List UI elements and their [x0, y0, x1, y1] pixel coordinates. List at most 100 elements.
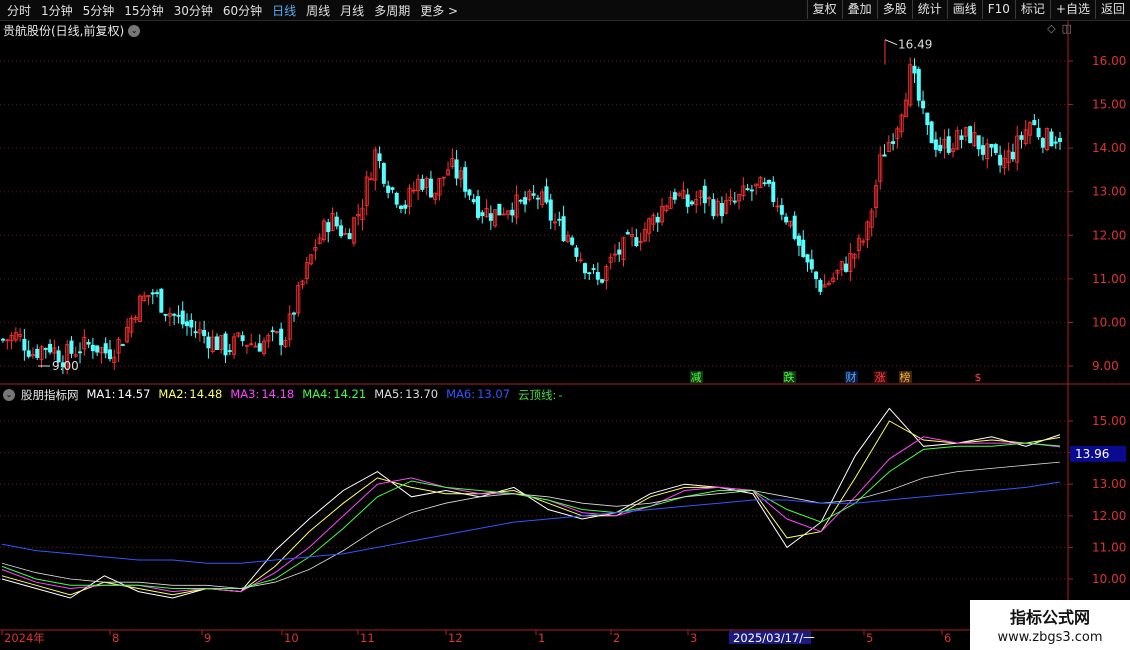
- candle-body: [873, 185, 878, 208]
- candle-body: [309, 254, 314, 265]
- candle-body: [998, 154, 1003, 166]
- price-axis-label: 14.00: [1092, 141, 1126, 155]
- ma-label: MA1:: [86, 387, 116, 401]
- tab-period-7[interactable]: 周线: [301, 2, 335, 19]
- candle-body: [159, 288, 164, 313]
- candle-body: [861, 240, 866, 243]
- time-axis-label: 5: [866, 631, 873, 645]
- tab-period-6[interactable]: 日线: [267, 2, 301, 19]
- candle-body: [891, 141, 896, 144]
- candle-body: [1023, 129, 1028, 144]
- time-axis-label: 9: [204, 631, 211, 645]
- candle-body: [835, 270, 840, 274]
- candle-body: [1032, 120, 1037, 126]
- ma-label: 云顶线:: [518, 388, 557, 402]
- event-marker-bg: [874, 371, 887, 383]
- candle-body: [557, 218, 562, 221]
- candle-body: [903, 99, 908, 118]
- diamond-icon[interactable]: ◇: [1047, 22, 1055, 35]
- toolbar-button-6[interactable]: 标记: [1014, 0, 1050, 19]
- toolbar-button-8[interactable]: 返回: [1094, 0, 1130, 19]
- candle-body: [39, 346, 44, 360]
- chevron-down-icon[interactable]: ⌄: [3, 389, 15, 401]
- candle-body: [951, 148, 956, 152]
- candle-body: [848, 253, 853, 272]
- candle-body: [1010, 151, 1015, 160]
- chevron-down-icon[interactable]: ⌄: [128, 24, 141, 37]
- toolbar-button-0[interactable]: 复权: [806, 0, 842, 19]
- time-axis-label: 2024年: [4, 631, 45, 645]
- candle-body: [882, 154, 887, 157]
- candle-body: [771, 181, 776, 203]
- candle-body: [839, 260, 844, 270]
- toolbar-button-1[interactable]: 叠加: [841, 0, 877, 19]
- candle-body: [240, 335, 245, 342]
- candle-body: [133, 317, 138, 321]
- candle-body: [214, 336, 219, 351]
- toolbar-button-7[interactable]: +自选: [1049, 0, 1095, 19]
- candle-body: [912, 65, 917, 74]
- indicator-axis-label: 11.00: [1092, 540, 1126, 554]
- price-axis-label: 11.00: [1092, 272, 1126, 286]
- ma-label: MA5:: [374, 387, 404, 401]
- candle-body: [60, 362, 65, 368]
- candle-body: [433, 192, 438, 200]
- current-value-label: 13.96: [1075, 447, 1109, 461]
- candle-body: [73, 354, 78, 357]
- candle-body: [540, 191, 545, 205]
- candle-body: [642, 229, 647, 242]
- tab-period-2[interactable]: 5分钟: [78, 2, 120, 19]
- candlestick-chart[interactable]: 16.00 15.00 14.00 13.00 12.00 11.00 10.00 9.00 1…: [0, 0, 1130, 650]
- indicator-axis-label: 14.00: [1092, 446, 1126, 460]
- candle-body: [946, 136, 951, 153]
- toolbar-button-2[interactable]: 多股: [876, 0, 912, 19]
- toolbar-button-3[interactable]: 统计: [911, 0, 947, 19]
- candle-body: [48, 343, 53, 353]
- candle-body: [262, 340, 267, 355]
- candle-body: [505, 210, 510, 215]
- candle-body: [809, 259, 814, 270]
- candle-body: [527, 191, 532, 201]
- candle-body: [86, 342, 91, 345]
- window-icon[interactable]: ◫: [1062, 22, 1072, 35]
- candle-body: [732, 200, 737, 203]
- tab-period-3[interactable]: 15分钟: [119, 2, 168, 19]
- tab-period-8[interactable]: 月线: [335, 2, 369, 19]
- tab-period-4[interactable]: 30分钟: [169, 2, 218, 19]
- candle-body: [715, 200, 720, 216]
- ma-line-ma6: [1, 481, 1061, 564]
- candle-body: [1045, 128, 1050, 151]
- price-axis-label: 16.00: [1092, 54, 1126, 68]
- candle-body: [685, 194, 690, 207]
- candle-body: [899, 114, 904, 133]
- tab-period-10[interactable]: 更多 >: [415, 2, 463, 19]
- tab-period-5[interactable]: 60分钟: [218, 2, 267, 19]
- indicator-axis-label: 12.00: [1092, 509, 1126, 523]
- time-axis-label: 1: [538, 631, 545, 645]
- tab-period-0[interactable]: 分时: [2, 2, 36, 19]
- toolbar-button-5[interactable]: F10: [981, 0, 1015, 19]
- candle-body: [822, 284, 827, 288]
- ma-legend-item: 云顶线: -: [516, 387, 563, 403]
- candle-body: [244, 344, 249, 347]
- candle-body: [377, 153, 382, 162]
- candle-body: [454, 159, 459, 179]
- candle-body: [403, 204, 408, 209]
- candle-body: [638, 241, 643, 243]
- candle-body: [933, 139, 938, 150]
- candle-body: [698, 190, 703, 198]
- candle-body: [754, 183, 759, 187]
- tab-period-1[interactable]: 1分钟: [36, 2, 78, 19]
- candle-body: [1053, 141, 1058, 144]
- tab-period-9[interactable]: 多周期: [369, 2, 415, 19]
- top-right-icons: ◇ ◫: [1047, 22, 1072, 35]
- candle-body: [1019, 135, 1024, 140]
- toolbar-button-4[interactable]: 画线: [946, 0, 982, 19]
- ma-line-ma3: [1, 436, 1061, 593]
- candle-body: [270, 330, 275, 333]
- candle-body: [908, 64, 913, 106]
- event-marker: 榜: [900, 370, 911, 384]
- candle-body: [668, 196, 673, 209]
- ma-line-ma2: [1, 420, 1061, 596]
- candle-body: [232, 336, 237, 355]
